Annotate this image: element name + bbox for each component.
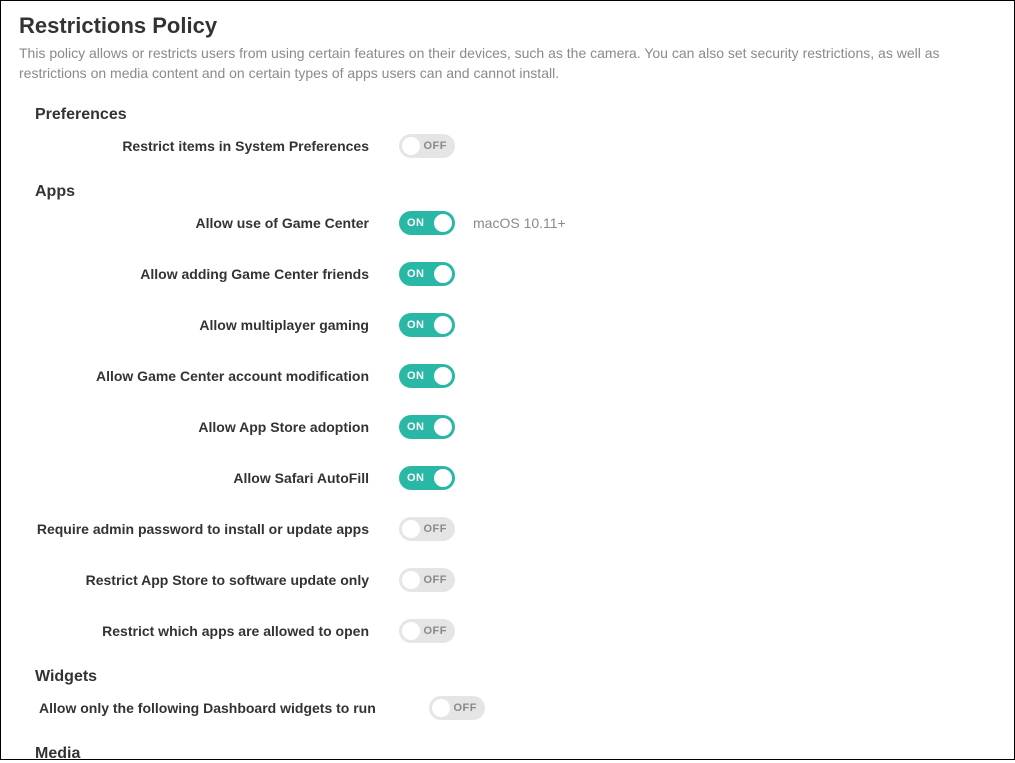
toggle-state-label: ON bbox=[407, 268, 425, 280]
section-header-preferences: Preferences bbox=[35, 106, 996, 124]
toggle-state-label: OFF bbox=[424, 140, 448, 152]
row-safari-autofill: Allow Safari AutoFill ON bbox=[19, 466, 996, 490]
label-restrict-app-store-updates: Restrict App Store to software update on… bbox=[19, 572, 399, 588]
toggle-state-label: ON bbox=[407, 421, 425, 433]
toggle-state-label: ON bbox=[407, 472, 425, 484]
toggle-require-admin-pw[interactable]: OFF bbox=[399, 517, 455, 541]
row-game-center: Allow use of Game Center ON macOS 10.11+ bbox=[19, 211, 996, 235]
toggle-knob bbox=[402, 571, 420, 589]
toggle-state-label: ON bbox=[407, 370, 425, 382]
toggle-knob bbox=[432, 699, 450, 717]
toggle-gc-friends[interactable]: ON bbox=[399, 262, 455, 286]
toggle-multiplayer[interactable]: ON bbox=[399, 313, 455, 337]
row-app-store-adoption: Allow App Store adoption ON bbox=[19, 415, 996, 439]
label-safari-autofill: Allow Safari AutoFill bbox=[19, 470, 399, 486]
label-gc-account-mod: Allow Game Center account modification bbox=[19, 368, 399, 384]
toggle-restrict-system-prefs[interactable]: OFF bbox=[399, 134, 455, 158]
toggle-restrict-apps-open[interactable]: OFF bbox=[399, 619, 455, 643]
toggle-state-label: ON bbox=[407, 319, 425, 331]
section-widgets: Widgets Allow only the following Dashboa… bbox=[19, 668, 996, 720]
label-restrict-system-prefs: Restrict items in System Preferences bbox=[19, 138, 399, 154]
label-dashboard-widgets: Allow only the following Dashboard widge… bbox=[19, 700, 399, 716]
page-description: This policy allows or restricts users fr… bbox=[19, 43, 996, 84]
toggle-state-label: OFF bbox=[424, 523, 448, 535]
row-dashboard-widgets: Allow only the following Dashboard widge… bbox=[19, 696, 996, 720]
toggle-knob bbox=[434, 316, 452, 334]
label-app-store-adoption: Allow App Store adoption bbox=[19, 419, 399, 435]
toggle-knob bbox=[434, 265, 452, 283]
toggle-knob bbox=[434, 418, 452, 436]
label-gc-friends: Allow adding Game Center friends bbox=[19, 266, 399, 282]
row-restrict-system-prefs: Restrict items in System Preferences OFF bbox=[19, 134, 996, 158]
section-apps: Apps Allow use of Game Center ON macOS 1… bbox=[19, 183, 996, 643]
row-gc-account-mod: Allow Game Center account modification O… bbox=[19, 364, 996, 388]
row-gc-friends: Allow adding Game Center friends ON bbox=[19, 262, 996, 286]
toggle-game-center[interactable]: ON bbox=[399, 211, 455, 235]
toggle-restrict-app-store-updates[interactable]: OFF bbox=[399, 568, 455, 592]
section-header-apps: Apps bbox=[35, 183, 996, 201]
label-restrict-apps-open: Restrict which apps are allowed to open bbox=[19, 623, 399, 639]
toggle-knob bbox=[402, 137, 420, 155]
section-preferences: Preferences Restrict items in System Pre… bbox=[19, 106, 996, 158]
toggle-safari-autofill[interactable]: ON bbox=[399, 466, 455, 490]
toggle-state-label: OFF bbox=[424, 574, 448, 586]
toggle-knob bbox=[434, 469, 452, 487]
page-title: Restrictions Policy bbox=[19, 13, 996, 39]
section-header-widgets: Widgets bbox=[35, 668, 996, 686]
hint-game-center: macOS 10.11+ bbox=[473, 215, 566, 231]
row-multiplayer: Allow multiplayer gaming ON bbox=[19, 313, 996, 337]
toggle-state-label: OFF bbox=[424, 625, 448, 637]
toggle-state-label: OFF bbox=[454, 702, 478, 714]
row-require-admin-pw: Require admin password to install or upd… bbox=[19, 517, 996, 541]
toggle-knob bbox=[434, 214, 452, 232]
toggle-knob bbox=[402, 520, 420, 538]
row-restrict-app-store-updates: Restrict App Store to software update on… bbox=[19, 568, 996, 592]
row-restrict-apps-open: Restrict which apps are allowed to open … bbox=[19, 619, 996, 643]
toggle-state-label: ON bbox=[407, 217, 425, 229]
toggle-app-store-adoption[interactable]: ON bbox=[399, 415, 455, 439]
toggle-dashboard-widgets[interactable]: OFF bbox=[429, 696, 485, 720]
label-require-admin-pw: Require admin password to install or upd… bbox=[19, 521, 399, 537]
toggle-knob bbox=[402, 622, 420, 640]
label-multiplayer: Allow multiplayer gaming bbox=[19, 317, 399, 333]
label-game-center: Allow use of Game Center bbox=[19, 215, 399, 231]
toggle-knob bbox=[434, 367, 452, 385]
toggle-gc-account-mod[interactable]: ON bbox=[399, 364, 455, 388]
